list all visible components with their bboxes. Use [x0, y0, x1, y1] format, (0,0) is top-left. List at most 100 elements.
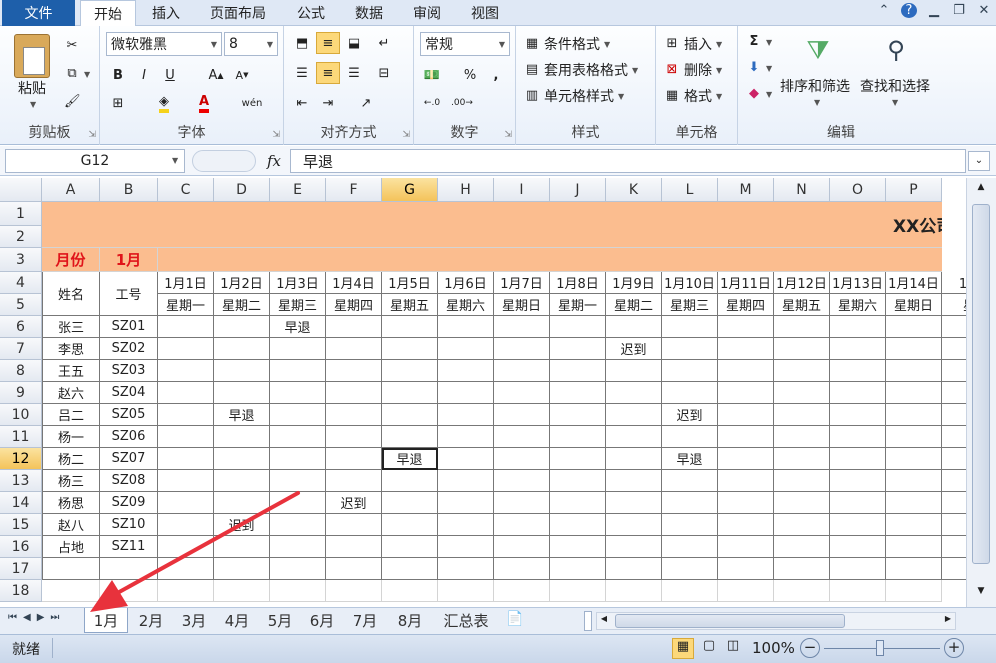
zoom-slider-thumb[interactable]	[876, 640, 884, 656]
table-cell[interactable]	[662, 382, 718, 404]
table-cell[interactable]	[438, 558, 494, 580]
table-cell[interactable]	[438, 514, 494, 536]
table-cell[interactable]	[326, 360, 382, 382]
employee-id[interactable]: SZ09	[100, 492, 158, 514]
table-cell[interactable]	[438, 404, 494, 426]
table-cell[interactable]	[270, 492, 326, 514]
restore-icon[interactable]: ❐	[951, 3, 967, 18]
table-cell[interactable]	[158, 382, 214, 404]
table-cell[interactable]	[606, 580, 662, 602]
new-sheet-icon[interactable]: 📄	[506, 611, 523, 627]
expand-formula-icon[interactable]: ⌄	[968, 151, 990, 171]
table-cell[interactable]	[662, 470, 718, 492]
table-cell[interactable]	[662, 338, 718, 360]
weekday-header[interactable]: 星期五	[774, 294, 830, 316]
dialog-launcher-icon[interactable]: ⇲	[402, 130, 410, 140]
align-top-icon[interactable]: ⬒	[290, 32, 314, 54]
employee-id[interactable]: SZ02	[100, 338, 158, 360]
date-header[interactable]: 1月10日	[662, 272, 718, 294]
table-cell[interactable]	[382, 470, 438, 492]
table-cell[interactable]	[270, 426, 326, 448]
sheet-tab[interactable]: 2月	[130, 608, 172, 633]
row-header[interactable]: 13	[0, 470, 42, 492]
binoculars-icon[interactable]: ⚲	[878, 36, 914, 70]
column-header[interactable]: E	[270, 178, 326, 202]
table-cell[interactable]	[158, 404, 214, 426]
table-cell[interactable]	[718, 360, 774, 382]
table-cell[interactable]	[942, 470, 966, 492]
name-box-dropdown-icon[interactable]: ▼	[172, 156, 178, 165]
table-cell[interactable]	[886, 536, 942, 558]
table-cell[interactable]	[550, 404, 606, 426]
table-cell[interactable]	[382, 382, 438, 404]
row-header[interactable]: 2	[0, 226, 42, 248]
table-cell[interactable]	[158, 360, 214, 382]
table-cell[interactable]	[382, 580, 438, 602]
shrink-font-icon[interactable]: A ▼	[230, 64, 254, 86]
table-cell[interactable]	[270, 382, 326, 404]
row-header[interactable]: 16	[0, 536, 42, 558]
minimize-icon[interactable]: ▁	[926, 3, 942, 18]
employee-name[interactable]: 杨三	[42, 470, 100, 492]
vertical-scrollbar[interactable]: ▲ ▼	[966, 178, 996, 607]
name-box[interactable]: G12	[5, 149, 185, 173]
zoom-out-icon[interactable]: −	[800, 638, 820, 658]
table-cell[interactable]	[942, 338, 966, 360]
table-cell[interactable]	[886, 514, 942, 536]
row-header[interactable]: 12	[0, 448, 42, 470]
table-cell[interactable]	[158, 426, 214, 448]
tab-formulas[interactable]: 公式	[285, 0, 337, 26]
employee-id[interactable]: SZ01	[100, 316, 158, 338]
tab-page-layout[interactable]: 页面布局	[198, 0, 278, 26]
id-header[interactable]: 工号	[100, 272, 158, 316]
table-cell[interactable]	[438, 426, 494, 448]
column-header[interactable]: J	[550, 178, 606, 202]
table-cell[interactable]	[158, 514, 214, 536]
table-cell[interactable]	[830, 316, 886, 338]
table-cell[interactable]	[326, 404, 382, 426]
table-cell[interactable]	[662, 316, 718, 338]
weekday-header[interactable]: 星期二	[606, 294, 662, 316]
table-cell[interactable]	[326, 536, 382, 558]
table-cell[interactable]	[830, 360, 886, 382]
delete-cells-button[interactable]: ⊠ 删除 ▼	[664, 60, 723, 80]
table-cell[interactable]	[830, 558, 886, 580]
table-cell[interactable]	[158, 316, 214, 338]
table-cell[interactable]	[606, 316, 662, 338]
column-header[interactable]: A	[42, 178, 100, 202]
select-all-corner[interactable]	[0, 178, 42, 202]
table-cell[interactable]	[158, 536, 214, 558]
table-cell[interactable]	[214, 426, 270, 448]
employee-name[interactable]: 占地	[42, 536, 100, 558]
attendance-mark[interactable]: 迟到	[326, 492, 382, 514]
row-header[interactable]: 18	[0, 580, 42, 602]
table-cell[interactable]	[214, 338, 270, 360]
table-cell[interactable]	[830, 338, 886, 360]
normal-view-icon[interactable]: ▦	[672, 638, 694, 659]
name-header[interactable]: 姓名	[42, 272, 100, 316]
date-header[interactable]: 1月5日	[382, 272, 438, 294]
date-header[interactable]: 1月	[942, 272, 966, 294]
table-cell[interactable]	[886, 470, 942, 492]
table-cell[interactable]	[606, 360, 662, 382]
employee-name[interactable]: 王五	[42, 360, 100, 382]
autosum-icon[interactable]: Σ ▼	[746, 34, 773, 50]
table-cell[interactable]	[494, 470, 550, 492]
table-cell[interactable]	[942, 316, 966, 338]
table-cell[interactable]	[158, 470, 214, 492]
table-cell[interactable]	[214, 360, 270, 382]
table-cell[interactable]	[382, 404, 438, 426]
table-cell[interactable]	[718, 404, 774, 426]
insert-function-icon[interactable]: fx	[262, 149, 286, 173]
table-cell[interactable]	[550, 580, 606, 602]
table-cell[interactable]	[886, 558, 942, 580]
table-cell[interactable]	[774, 470, 830, 492]
employee-id[interactable]: SZ04	[100, 382, 158, 404]
table-cell[interactable]	[942, 448, 966, 470]
table-cell[interactable]	[270, 448, 326, 470]
employee-id[interactable]: SZ10	[100, 514, 158, 536]
table-cell[interactable]	[718, 558, 774, 580]
table-cell[interactable]	[718, 316, 774, 338]
table-cell[interactable]	[382, 426, 438, 448]
table-cell[interactable]	[942, 360, 966, 382]
